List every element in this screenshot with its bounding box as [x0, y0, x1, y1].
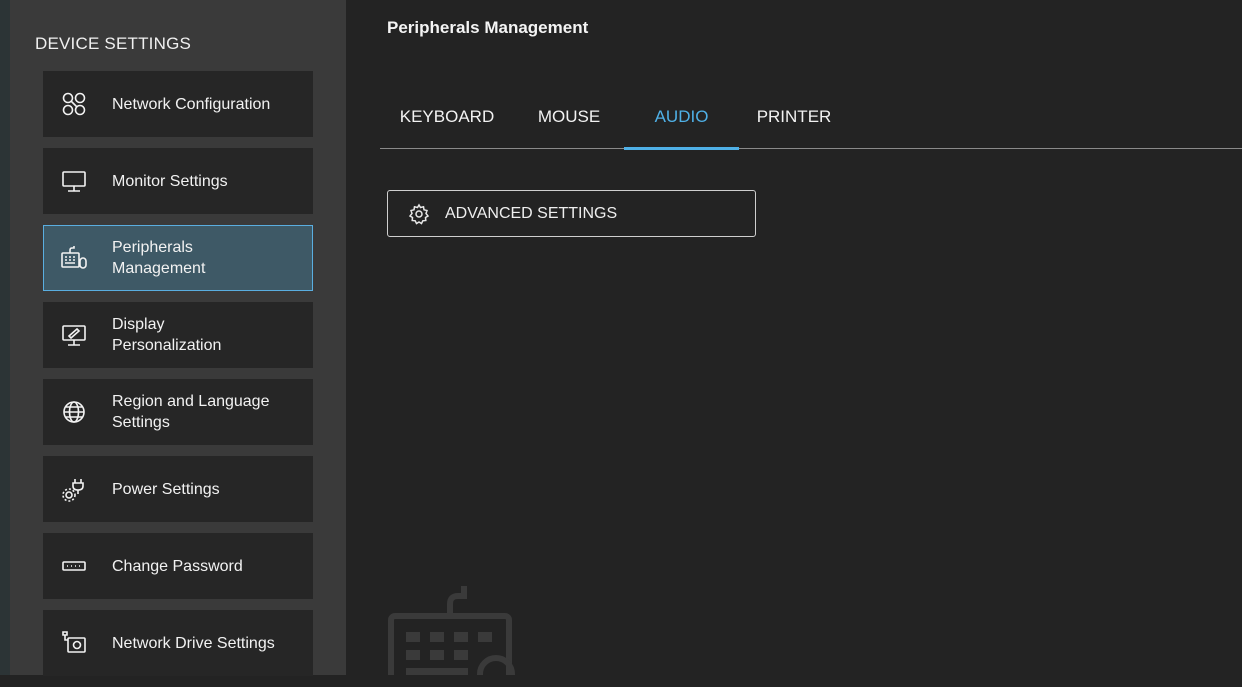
peripherals-watermark-icon — [386, 584, 526, 675]
sidebar-item-label: Monitor Settings — [112, 172, 228, 190]
password-icon — [58, 550, 90, 582]
sidebar-item-label: Change Password — [112, 557, 243, 575]
network-icon — [58, 88, 90, 120]
sidebar-item-label: Region and Language Settings — [112, 393, 270, 431]
page-title: Peripherals Management — [387, 18, 589, 37]
nav-list: Network Configuration Monitor Settings P… — [43, 71, 313, 687]
sidebar-item-network-configuration[interactable]: Network Configuration — [43, 71, 313, 137]
sidebar-item-region-language[interactable]: Region and Language Settings — [43, 379, 313, 445]
sidebar-item-network-drive[interactable]: Network Drive Settings — [43, 610, 313, 676]
network-drive-icon — [58, 627, 90, 659]
sidebar-item-label: Power Settings — [112, 480, 220, 498]
sidebar-item-power-settings[interactable]: Power Settings — [43, 456, 313, 522]
sidebar-heading: DEVICE SETTINGS — [35, 34, 192, 53]
sidebar-item-label: Peripherals Management — [112, 239, 206, 277]
tab-keyboard[interactable]: KEYBOARD — [380, 85, 514, 148]
sidebar-item-peripherals-management[interactable]: Peripherals Management — [43, 225, 313, 291]
sidebar-item-label: Network Configuration — [112, 95, 271, 113]
sidebar: DEVICE SETTINGS Network Configuration Mo… — [0, 0, 346, 676]
display-personalization-icon — [58, 319, 90, 351]
sidebar-item-monitor-settings[interactable]: Monitor Settings — [43, 148, 313, 214]
gear-icon — [408, 203, 430, 225]
peripherals-icon — [58, 242, 90, 274]
tab-bar: KEYBOARD MOUSE AUDIO PRINTER — [380, 85, 1242, 150]
sidebar-item-display-personalization[interactable]: Display Personalization — [43, 302, 313, 368]
sidebar-item-change-password[interactable]: Change Password — [43, 533, 313, 599]
sidebar-item-label: Network Drive Settings — [112, 634, 275, 652]
advanced-settings-button[interactable]: ADVANCED SETTINGS — [387, 190, 756, 237]
power-plug-gear-icon — [58, 473, 90, 505]
tab-printer[interactable]: PRINTER — [739, 85, 849, 148]
globe-icon — [58, 396, 90, 428]
main-panel: Peripherals Management KEYBOARD MOUSE AU… — [346, 0, 1242, 675]
tab-mouse[interactable]: MOUSE — [514, 85, 624, 148]
sidebar-edge — [0, 0, 10, 675]
monitor-icon — [58, 165, 90, 197]
sidebar-item-label: Display Personalization — [112, 316, 222, 354]
advanced-settings-label: ADVANCED SETTINGS — [445, 204, 618, 222]
tab-audio[interactable]: AUDIO — [624, 85, 739, 150]
